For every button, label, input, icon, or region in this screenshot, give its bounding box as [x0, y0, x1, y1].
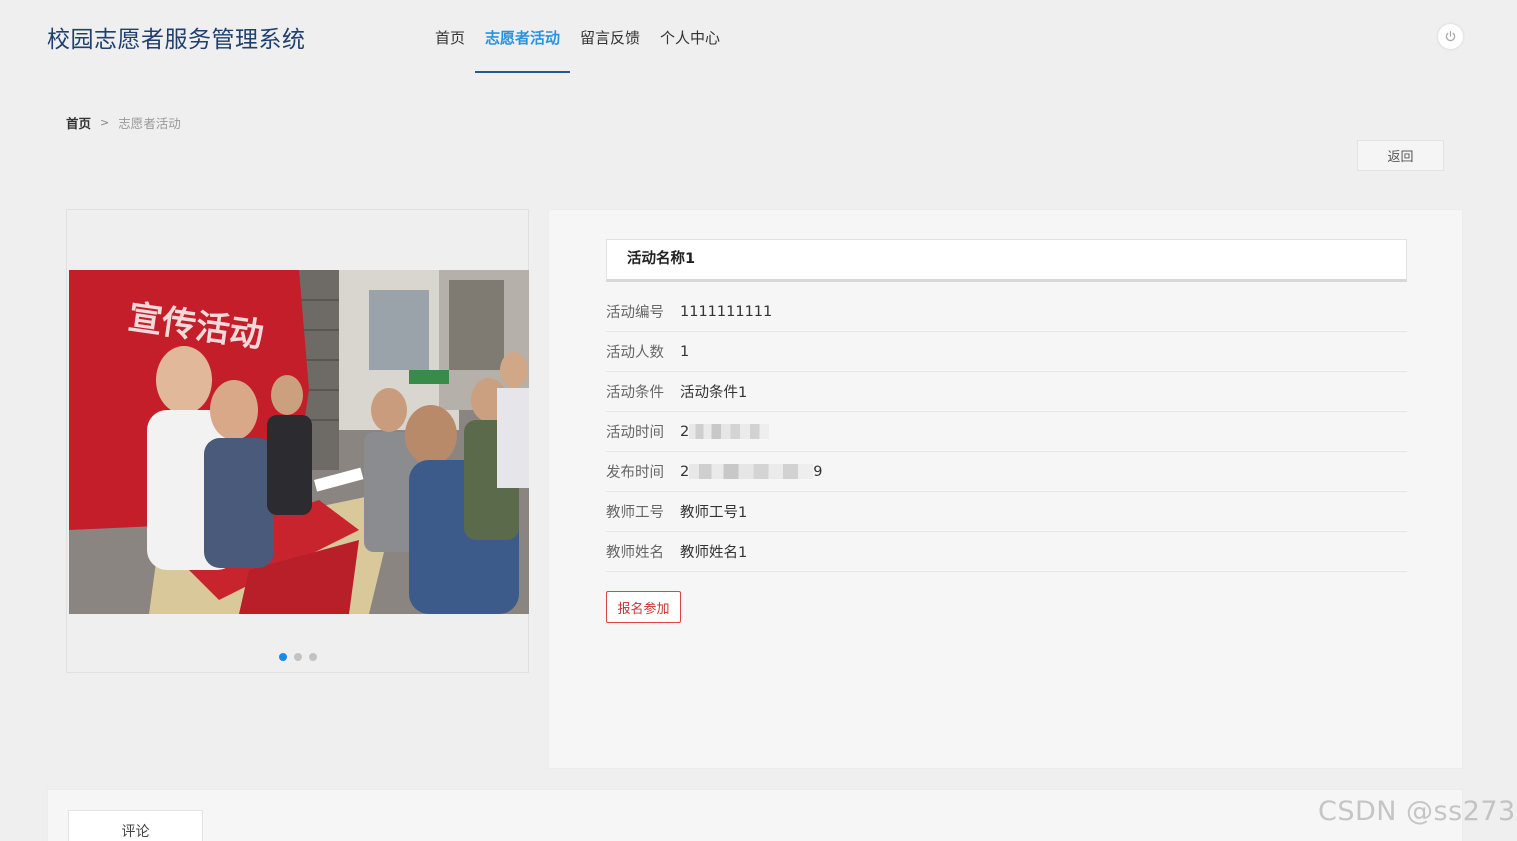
detail-row-conditions: 活动条件 活动条件1 — [606, 372, 1407, 412]
logout-button[interactable] — [1438, 24, 1463, 49]
carousel-dots — [67, 653, 528, 661]
carousel-dot-3[interactable] — [308, 653, 317, 661]
detail-row-activity-id: 活动编号 1111111111 — [606, 292, 1407, 332]
redacted-blur — [689, 424, 770, 439]
detail-label: 活动人数 — [606, 345, 664, 361]
activity-detail-panel: 活动名称1 活动编号 1111111111 活动人数 1 活动条件 活动条件1 … — [548, 209, 1463, 769]
activity-photo: 宣传活动 — [69, 270, 529, 614]
carousel-dot-1[interactable] — [278, 653, 287, 661]
nav-item-feedback[interactable]: 留言反馈 — [570, 0, 650, 75]
breadcrumb-separator: > — [100, 116, 110, 129]
detail-row-teacher-id: 教师工号 教师工号1 — [606, 492, 1407, 532]
detail-value: 29 — [680, 463, 823, 480]
image-carousel: 宣传活动 — [66, 209, 529, 673]
activity-title: 活动名称1 — [606, 239, 1407, 282]
detail-label: 教师工号 — [606, 505, 664, 521]
detail-row-publish-time: 发布时间 29 — [606, 452, 1407, 492]
detail-value: 2 — [680, 424, 770, 440]
back-button[interactable]: 返回 — [1357, 140, 1444, 171]
detail-label: 教师姓名 — [606, 545, 664, 561]
nav-item-volunteer-activities[interactable]: 志愿者活动 — [475, 0, 571, 75]
breadcrumb-home[interactable]: 首页 — [66, 113, 91, 132]
detail-row-participant-count: 活动人数 1 — [606, 332, 1407, 372]
header: 校园志愿者服务管理系统 首页 志愿者活动 留言反馈 个人中心 — [0, 0, 1517, 75]
detail-value: 1111111111 — [680, 303, 773, 320]
breadcrumb-current: 志愿者活动 — [118, 116, 181, 131]
join-activity-button[interactable]: 报名参加 — [606, 591, 681, 623]
main-nav: 首页 志愿者活动 留言反馈 个人中心 — [425, 0, 730, 75]
breadcrumb: 首页 > 志愿者活动 — [66, 113, 181, 132]
detail-row-teacher-name: 教师姓名 教师姓名1 — [606, 532, 1407, 572]
carousel-slide-image[interactable]: 宣传活动 — [69, 270, 529, 614]
comment-section: 评论 — [47, 789, 1463, 841]
detail-label: 活动时间 — [606, 425, 664, 441]
detail-value: 教师姓名1 — [680, 545, 748, 561]
tab-comments[interactable]: 评论 — [68, 810, 203, 841]
carousel-dot-2[interactable] — [293, 653, 302, 661]
redacted-blur — [689, 464, 814, 479]
detail-label: 活动编号 — [606, 305, 664, 321]
nav-item-home[interactable]: 首页 — [425, 0, 475, 75]
site-logo[interactable]: 校园志愿者服务管理系统 — [47, 20, 306, 54]
detail-value: 活动条件1 — [680, 385, 748, 401]
power-icon — [1445, 30, 1456, 42]
csdn-watermark: CSDN @ss273 — [1318, 796, 1516, 827]
nav-item-profile[interactable]: 个人中心 — [650, 0, 730, 75]
detail-label: 活动条件 — [606, 385, 664, 401]
detail-label: 发布时间 — [606, 465, 664, 481]
detail-row-activity-time: 活动时间 2 — [606, 412, 1407, 452]
detail-value: 教师工号1 — [680, 505, 748, 521]
detail-value: 1 — [680, 343, 690, 360]
